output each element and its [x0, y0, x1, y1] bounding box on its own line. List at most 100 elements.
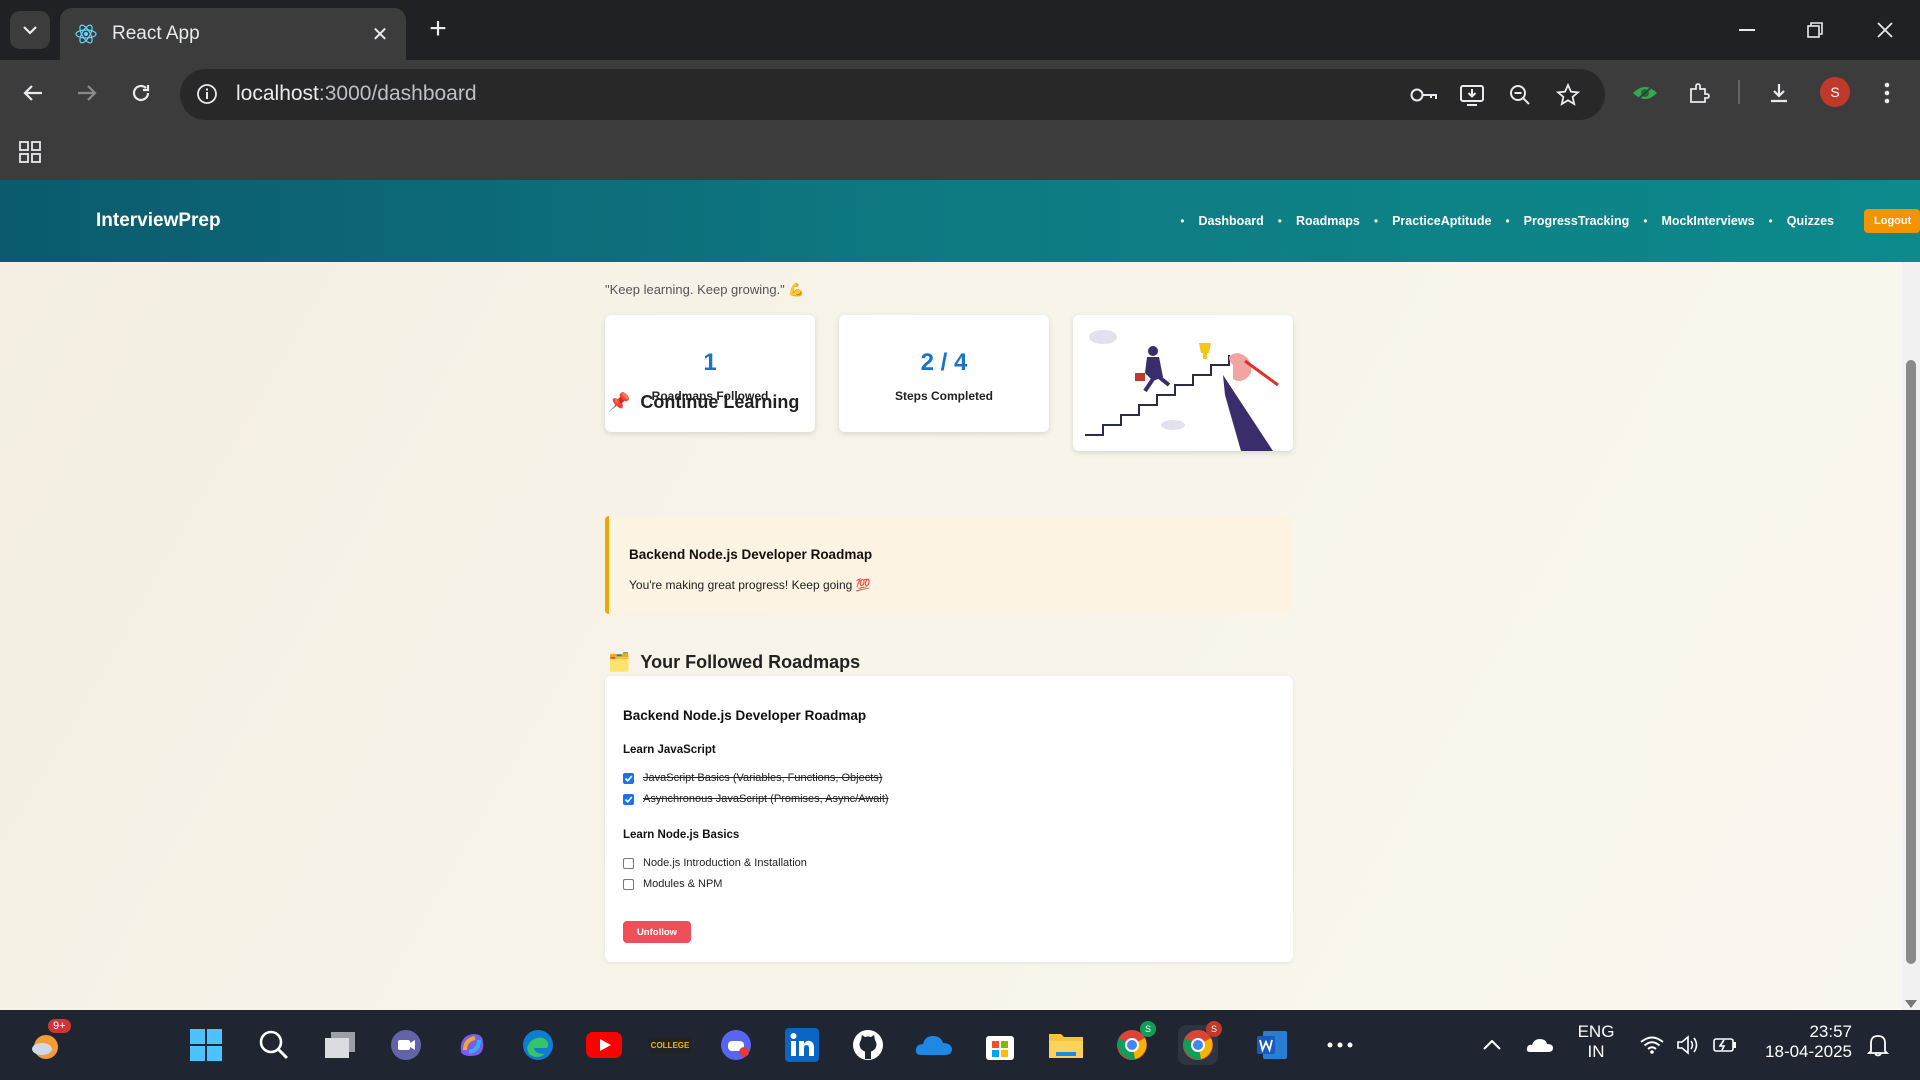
github-app[interactable] — [848, 1025, 888, 1065]
url-text[interactable]: localhost:3000/dashboard — [236, 82, 477, 106]
wifi-icon[interactable] — [1632, 1025, 1672, 1065]
close-icon — [1877, 22, 1893, 38]
gamepad-icon — [721, 1030, 751, 1060]
reload-button[interactable] — [122, 74, 160, 112]
onedrive-app[interactable] — [914, 1025, 954, 1065]
password-key-icon[interactable] — [1407, 78, 1441, 112]
forward-button[interactable] — [68, 74, 106, 112]
page-scrollbar[interactable] — [1902, 262, 1920, 1010]
unfollow-button[interactable]: Unfollow — [623, 921, 691, 943]
bookmark-star-icon[interactable] — [1551, 78, 1585, 112]
linkedin-app[interactable] — [782, 1025, 822, 1065]
eye-extension-icon[interactable] — [1626, 74, 1664, 112]
game-launcher-app[interactable] — [716, 1025, 756, 1065]
taskbar-search-button[interactable] — [254, 1025, 294, 1065]
tab-close-icon[interactable]: ✕ — [368, 22, 392, 47]
browser-toolbar: localhost:3000/dashboard S — [0, 60, 1920, 126]
site-info-icon[interactable] — [194, 81, 220, 107]
battery-icon[interactable] — [1704, 1025, 1744, 1065]
more-horizontal-icon — [1327, 1042, 1353, 1048]
microsoft-store-app[interactable] — [980, 1025, 1020, 1065]
folder-icon: 🗂️ — [608, 652, 631, 672]
college-app[interactable]: COLLEGE — [648, 1025, 692, 1065]
edge-app[interactable] — [518, 1025, 558, 1065]
youtube-app[interactable] — [584, 1025, 624, 1065]
checklist-item-label: Modules & NPM — [643, 878, 723, 890]
new-tab-button[interactable]: + — [422, 14, 454, 46]
scroll-down-arrow-icon[interactable] — [1905, 1000, 1917, 1008]
language-indicator[interactable]: ENG IN — [1572, 1022, 1620, 1062]
linkedin-icon — [785, 1028, 819, 1062]
checkbox-checked[interactable] — [623, 772, 634, 784]
forward-arrow-icon — [78, 85, 97, 101]
clock-time: 23:57 — [1809, 1022, 1852, 1041]
chrome-profile-s-app[interactable]: S — [1112, 1021, 1156, 1065]
checklist-item[interactable]: Asynchronous JavaScript (Promises, Async… — [623, 793, 889, 805]
volume-icon[interactable] — [1668, 1025, 1708, 1065]
notifications-bell-icon[interactable] — [1858, 1025, 1898, 1065]
weather-widget[interactable]: 9+ — [26, 1019, 71, 1065]
close-window-button[interactable] — [1860, 10, 1910, 50]
more-apps-button[interactable] — [1320, 1025, 1360, 1065]
minimize-button[interactable] — [1722, 10, 1772, 50]
nav-link-progress-tracking[interactable]: ProgressTracking — [1524, 214, 1630, 228]
task-view-icon — [325, 1032, 355, 1058]
show-hidden-icons-button[interactable] — [1472, 1025, 1512, 1065]
task-view-button[interactable] — [320, 1025, 360, 1065]
stat-value: 2 / 4 — [920, 349, 968, 376]
onedrive-tray-icon[interactable] — [1520, 1025, 1560, 1065]
zoom-icon[interactable] — [1503, 78, 1537, 112]
scrollbar-thumb[interactable] — [1906, 360, 1916, 964]
teams-app[interactable] — [386, 1025, 426, 1065]
continue-learning-card[interactable]: Backend Node.js Developer Roadmap You're… — [605, 516, 1293, 614]
checkbox-unchecked[interactable] — [623, 878, 634, 890]
nav-link-practice-aptitude[interactable]: PracticeAptitude — [1392, 214, 1491, 228]
stat-value: 1 — [703, 349, 717, 376]
followed-roadmaps-title: Your Followed Roadmaps — [640, 652, 861, 672]
nav-link-roadmaps[interactable]: Roadmaps — [1296, 214, 1360, 228]
address-bar[interactable]: localhost:3000/dashboard — [180, 69, 1605, 120]
language-code: ENG — [1577, 1022, 1615, 1041]
folder-icon — [1049, 1034, 1083, 1058]
checklist-item[interactable]: Modules & NPM — [623, 878, 722, 890]
tab-search-button[interactable] — [10, 11, 50, 49]
toolbar-separator — [1738, 80, 1740, 104]
browser-tab-active[interactable]: React App ✕ — [60, 8, 406, 60]
clock[interactable]: 23:57 18-04-2025 — [1752, 1022, 1852, 1062]
browser-tab-bar: React App ✕ + — [0, 0, 1920, 60]
followed-roadmap-card: Backend Node.js Developer Roadmap Learn … — [605, 676, 1293, 962]
install-app-icon[interactable] — [1455, 78, 1489, 112]
github-icon — [853, 1030, 883, 1060]
checklist-item-label: JavaScript Basics (Variables, Functions,… — [643, 772, 883, 784]
checklist-item[interactable]: Node.js Introduction & Installation — [623, 857, 807, 869]
checklist-item[interactable]: JavaScript Basics (Variables, Functions,… — [623, 772, 882, 784]
followed-roadmaps-heading: 🗂️ Your Followed Roadmaps — [608, 652, 860, 673]
logout-button[interactable]: Logout — [1864, 209, 1920, 233]
nav-link-dashboard[interactable]: Dashboard — [1198, 214, 1263, 228]
nav-link-mock-interviews[interactable]: MockInterviews — [1661, 214, 1754, 228]
stairs-success-illustration — [1073, 315, 1293, 451]
nav-link-quizzes[interactable]: Quizzes — [1787, 214, 1834, 228]
browser-menu-icon[interactable] — [1868, 74, 1906, 112]
back-button[interactable] — [14, 74, 52, 112]
edge-browser-icon — [523, 1030, 553, 1060]
copilot-app[interactable] — [452, 1025, 492, 1065]
word-app[interactable] — [1252, 1025, 1292, 1065]
step-title: Learn Node.js Basics — [623, 829, 740, 841]
restore-button[interactable] — [1790, 10, 1840, 50]
roadmap-title: Backend Node.js Developer Roadmap — [623, 708, 867, 723]
start-button[interactable] — [186, 1025, 226, 1065]
file-explorer-app[interactable] — [1046, 1025, 1086, 1065]
brand-logo[interactable]: InterviewPrep — [96, 210, 221, 232]
checkbox-checked[interactable] — [623, 793, 634, 805]
checkbox-unchecked[interactable] — [623, 857, 634, 869]
chevron-up-icon — [1483, 1040, 1501, 1050]
bookmarks-bar — [0, 126, 1920, 180]
profile-avatar[interactable]: S — [1820, 77, 1850, 107]
nav-bullet: • — [1180, 214, 1185, 228]
language-region: IN — [1587, 1042, 1605, 1061]
apps-grid-icon[interactable] — [18, 140, 42, 169]
chrome-active-app[interactable]: S — [1178, 1021, 1222, 1065]
extensions-puzzle-icon[interactable] — [1680, 74, 1718, 112]
downloads-icon[interactable] — [1760, 74, 1798, 112]
